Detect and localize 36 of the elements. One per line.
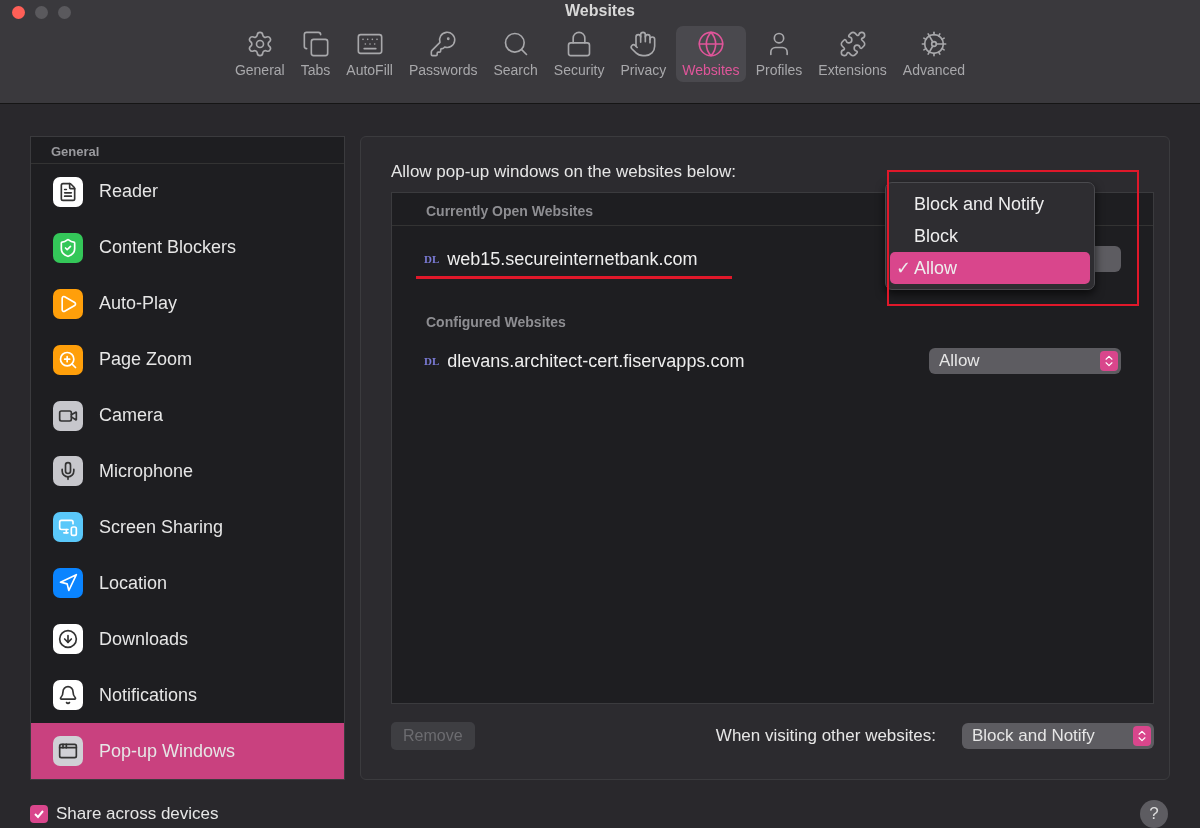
section-heading: Configured Websites xyxy=(425,313,567,332)
sidebar-item[interactable]: Screen Sharing xyxy=(31,499,344,556)
toolbar-tab[interactable]: Websites xyxy=(676,26,746,82)
setting-dropdown[interactable]: Allow xyxy=(929,348,1121,374)
toolbar-tab[interactable]: Security xyxy=(547,26,611,82)
sidebar-item[interactable]: Reader xyxy=(31,164,344,220)
sidebar-item[interactable]: Microphone xyxy=(31,443,344,500)
toolbar-tab[interactable]: Extensions xyxy=(812,26,893,82)
toolbar-tab[interactable]: AutoFill xyxy=(340,26,399,82)
toolbar-tab[interactable]: Tabs xyxy=(294,26,337,82)
sidebar-item[interactable]: Notifications xyxy=(31,667,344,724)
favicon-icon: DL xyxy=(424,355,440,367)
website-domain: dlevans.architect-cert.fiservapps.com xyxy=(447,350,745,372)
website-domain: web15.secureinternetbank.com xyxy=(447,248,698,270)
toolbar-tab[interactable]: Passwords xyxy=(403,26,484,82)
other-websites-label: When visiting other websites: xyxy=(715,726,936,746)
favicon-icon: DL xyxy=(424,253,440,265)
sidebar-item[interactable]: Page Zoom xyxy=(31,331,344,388)
toolbar-tab[interactable]: Profiles xyxy=(749,26,809,82)
sidebar-item[interactable]: Content Blockers xyxy=(31,219,344,276)
sidebar-item[interactable]: Camera xyxy=(31,387,344,444)
help-button[interactable]: ? xyxy=(1140,800,1168,828)
toolbar-tab[interactable]: General xyxy=(228,26,291,82)
toolbar-tab[interactable]: Privacy xyxy=(614,26,673,82)
sidebar-heading: General xyxy=(31,137,344,164)
sidebar-item[interactable]: Pop-up Windows xyxy=(31,723,344,779)
window-title: Websites xyxy=(565,2,635,20)
menu-option[interactable]: ✓ Allow xyxy=(890,252,1090,284)
share-label: Share across devices xyxy=(56,804,219,824)
sidebar-item[interactable]: Location xyxy=(31,555,344,612)
sidebar-item[interactable]: Auto-Play xyxy=(31,275,344,332)
toolbar-tab[interactable]: Advanced xyxy=(896,26,972,82)
default-setting-dropdown[interactable]: Block and Notify xyxy=(962,723,1154,749)
sidebar-item[interactable]: Downloads xyxy=(31,611,344,668)
toolbar-tab[interactable]: Search xyxy=(487,26,544,82)
intro-text: Allow pop-up windows on the websites below: xyxy=(391,162,737,182)
